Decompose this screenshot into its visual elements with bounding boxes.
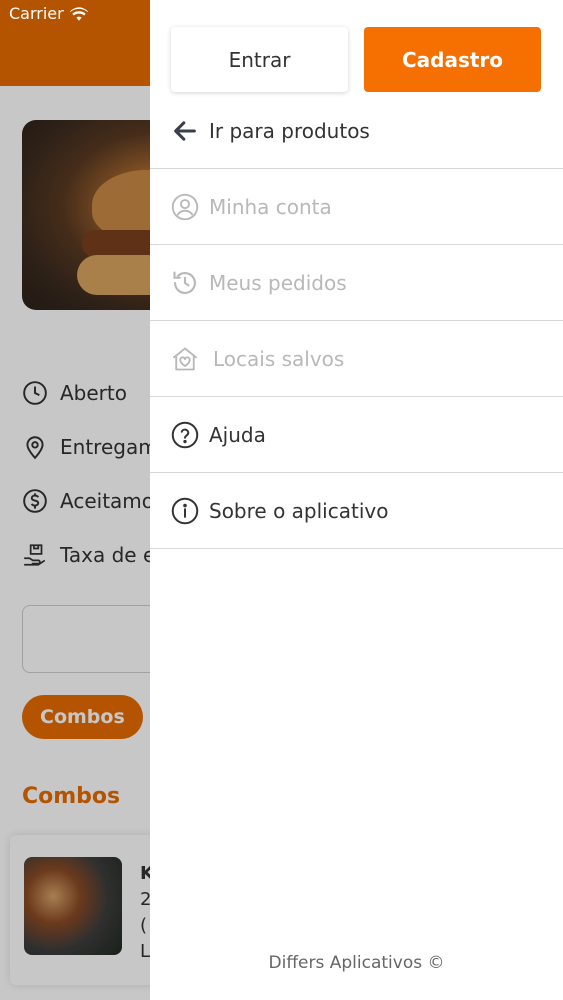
menu-item-orders[interactable]: Meus pedidos (150, 245, 563, 321)
menu-item-label: Locais salvos (213, 346, 345, 371)
home-heart-icon (171, 345, 199, 373)
menu-item-label: Meus pedidos (209, 270, 347, 295)
menu-item-saved-places[interactable]: Locais salvos (150, 321, 563, 397)
signup-button[interactable]: Cadastro (364, 27, 541, 92)
info-circle-icon (171, 497, 199, 525)
menu-item-about[interactable]: Sobre o aplicativo (150, 473, 563, 549)
arrow-left-icon (171, 117, 199, 145)
menu-item-label: Minha conta (209, 194, 332, 219)
menu-item-account[interactable]: Minha conta (150, 169, 563, 245)
login-button[interactable]: Entrar (171, 27, 348, 92)
history-icon (171, 269, 199, 297)
side-drawer: Entrar Cadastro Ir para produtos Minha c… (150, 0, 563, 1000)
user-circle-icon (171, 193, 199, 221)
question-circle-icon (171, 421, 199, 449)
auth-buttons: Entrar Cadastro (150, 27, 563, 93)
menu-item-label: Ajuda (209, 422, 266, 447)
footer-credit: Differs Aplicativos © (268, 953, 445, 973)
menu-item-products[interactable]: Ir para produtos (150, 93, 563, 169)
menu-item-label: Ir para produtos (209, 118, 370, 143)
menu-item-help[interactable]: Ajuda (150, 397, 563, 473)
menu-item-label: Sobre o aplicativo (209, 498, 389, 523)
